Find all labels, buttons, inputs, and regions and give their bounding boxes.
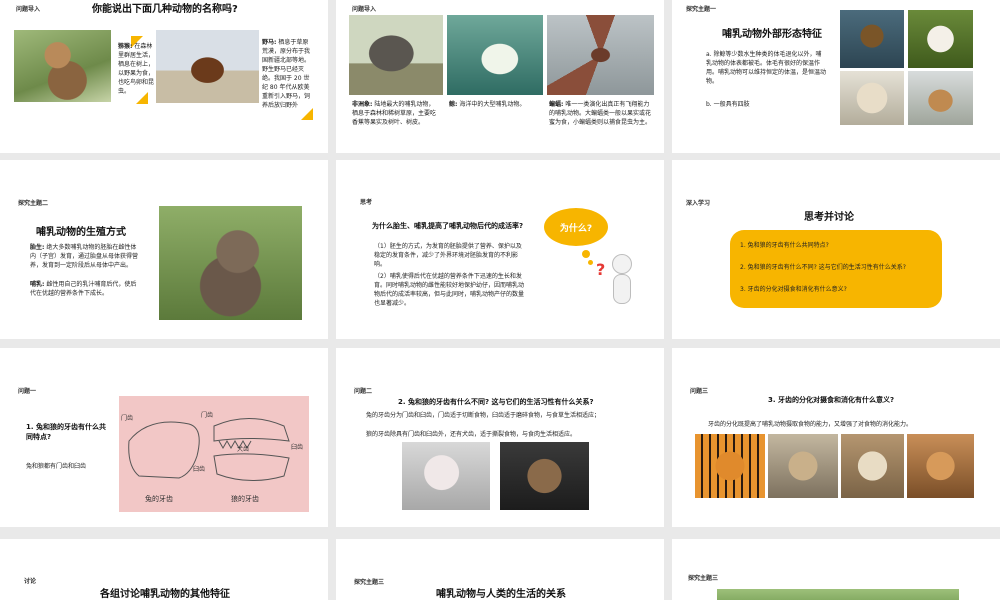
question-title: 1. 兔和狼的牙齿有什么共同特点? <box>26 423 106 441</box>
slide-tag: 讨论 <box>24 578 37 585</box>
whale-description: 鲸: 海洋中的大型哺乳动物。 <box>449 101 526 108</box>
slide-thumbnail-3[interactable]: 探究主题一 哺乳动物外部形态特征 a. 除鲸等少数水生种类的体毛退化以外，哺乳动… <box>672 0 1000 153</box>
elephant-photo <box>349 15 443 95</box>
camel-photo <box>908 71 973 125</box>
slide-thumbnail-12[interactable]: 探究主题三 <box>672 539 1000 600</box>
slide-tag: 问题三 <box>690 388 709 395</box>
corner-decoration-icon <box>136 92 148 104</box>
rabbit-teeth-caption: 兔的牙齿 <box>145 495 173 503</box>
tiger-photo <box>695 434 765 498</box>
slide-thumbnail-6[interactable]: 深入学习 思考并讨论 1. 兔和狼的牙齿有什么共同特点? 2. 兔和狼的牙齿有什… <box>672 160 1000 339</box>
answer-text: 牙齿的分化既提高了哺乳动物摄取食物的能力，又增强了对食物的消化能力。 <box>708 421 913 428</box>
leaves-photo <box>717 589 959 600</box>
slide-tag: 探究主题三 <box>688 575 719 582</box>
answer-text: 兔和狼都有门齿和臼齿 <box>26 463 87 470</box>
wolf-teeth-photo <box>500 442 589 510</box>
discussion-box: 1. 兔和狼的牙齿有什么共同特点? 2. 兔和狼的牙齿有什么不同? 这与它们的生… <box>730 230 942 308</box>
birth-description: 胎生: 绝大多数哺乳动物的胚胎在雌性体内（子宫）发育，通过胎盘从母体获得营养，发… <box>30 244 139 269</box>
discussion-item: 1. 兔和狼的牙齿有什么共同特点? <box>740 242 829 249</box>
slide-tag: 问题导入 <box>16 6 41 13</box>
slide-thumbnail-4[interactable]: 探究主题二 哺乳动物的生殖方式 胎生: 绝大多数哺乳动物的胚胎在雌性体内（子宫）… <box>0 160 328 339</box>
sheep-photo <box>840 71 904 125</box>
thought-bubble-dot <box>582 250 590 258</box>
question-title: 3. 牙齿的分化对摄食和消化有什么意义? <box>768 396 895 404</box>
slide-title: 哺乳动物外部形态特征 <box>722 29 822 40</box>
camel-photo <box>841 434 904 498</box>
horse-photo <box>156 30 259 103</box>
answer-text-2: （2）哺乳使得后代在优越的营养条件下迅速的生长和发育。同时哺乳动物的雌性能较好地… <box>374 273 525 307</box>
horse-description: 野马: 栖息于草原荒漠，原分布于我国新疆北部等地。野生野马已经灭绝。我国于 20… <box>262 39 311 109</box>
teeth-diagram: 门齿 门齿 臼齿 臼齿 犬齿 兔的牙齿 狼的牙齿 <box>119 396 309 512</box>
molar-label: 臼齿 <box>291 444 304 451</box>
slide-thumbnail-9[interactable]: 问题三 3. 牙齿的分化对摄食和消化有什么意义? 牙齿的分化既提高了哺乳动物摄取… <box>672 348 1000 527</box>
monkey-description: 猕猴: 在森林里群居生活，栖息在树上，以野果为食，也吃鸟卵和昆虫。 <box>118 43 155 95</box>
rabbit-teeth-text: 兔的牙齿分为门齿和臼齿，门齿适于切断食物，臼齿适于磨碎食物，与食草生活相适应； <box>366 412 601 419</box>
slide-title: 哺乳动物的生殖方式 <box>36 227 126 238</box>
thought-bubble-dot <box>588 260 593 265</box>
incisor-label: 门齿 <box>201 412 214 419</box>
slide-tag: 问题二 <box>354 388 373 395</box>
slide-tag: 思考 <box>360 199 373 206</box>
slide-thumbnail-11[interactable]: 探究主题三 哺乳动物与人类的生活的关系 <box>336 539 664 600</box>
slide-tag: 探究主题三 <box>354 579 385 586</box>
rabbit-teeth-photo <box>402 442 490 510</box>
feature-text-a: a. 除鲸等少数水生种类的体毛退化以外，哺乳动物的体表都被毛。体毛有很好的保温作… <box>706 51 827 85</box>
bat-photo <box>547 15 654 95</box>
answer-text-1: （1）胚生的方式，为发育的胚胎提供了营养、保护以及稳定的发育条件，减少了外界环境… <box>374 243 522 268</box>
thought-bubble: 为什么? <box>544 208 608 246</box>
slide-tag: 问题导入 <box>352 6 377 13</box>
slide-thumbnail-10[interactable]: 讨论 各组讨论哺乳动物的其他特征 <box>0 539 328 600</box>
corner-decoration-icon <box>301 108 313 120</box>
mother-monkey-photo <box>159 206 302 320</box>
discussion-item: 3. 牙齿的分化对摄食和消化有什么意义? <box>740 286 847 293</box>
bat-description: 蝙蝠: 唯一一类演化出真正有飞翔能力的哺乳动物。大蝙蝠类一般以果实或花蜜为食，小… <box>549 101 652 126</box>
slide-thumbnail-2[interactable]: 问题导入 非洲象: 陆地最大的哺乳动物，栖息于森林和稀树草原，主要吃香蕉等果实及… <box>336 0 664 153</box>
canine-label: 犬齿 <box>237 446 250 453</box>
cat-photo <box>768 434 838 498</box>
person-body-icon <box>613 274 631 304</box>
question-title: 为什么胎生、哺乳提高了哺乳动物后代的成活率? <box>372 222 524 230</box>
slide-title: 你能说出下面几种动物的名称吗? <box>92 4 238 15</box>
question-title: 2. 兔和狼的牙齿有什么不同? 这与它们的生活习性有什么关系? <box>398 398 594 406</box>
slide-thumbnail-1[interactable]: 问题导入 你能说出下面几种动物的名称吗? 猕猴: 在森林里群居生活，栖息在树上，… <box>0 0 328 153</box>
wolf-teeth-caption: 狼的牙齿 <box>231 495 259 503</box>
slide-title: 思考并讨论 <box>804 212 854 223</box>
slide-tag: 深入学习 <box>686 200 711 207</box>
slide-tag: 探究主题二 <box>18 200 49 207</box>
nursing-description: 哺乳: 雌性用自己的乳汁哺育后代，使后代在优越的营养条件下成长。 <box>30 281 137 297</box>
slide-thumbnail-8[interactable]: 问题二 2. 兔和狼的牙齿有什么不同? 这与它们的生活习性有什么关系? 兔的牙齿… <box>336 348 664 527</box>
slide-tag: 探究主题一 <box>686 6 717 13</box>
incisor-label: 门齿 <box>121 415 134 422</box>
monkey-photo <box>14 30 111 102</box>
slide-tag: 问题一 <box>18 388 37 395</box>
slide-thumbnail-5[interactable]: 思考 为什么胎生、哺乳提高了哺乳动物后代的成活率? （1）胚生的方式，为发育的胚… <box>336 160 664 339</box>
otter-photo <box>840 10 904 68</box>
whale-photo <box>447 15 543 95</box>
molar-label: 臼齿 <box>193 466 206 473</box>
slide-title: 各组讨论哺乳动物的其他特征 <box>100 589 230 600</box>
person-head-icon <box>612 254 632 274</box>
slide-title: 哺乳动物与人类的生活的关系 <box>436 589 566 600</box>
dog-photo <box>907 434 974 498</box>
slide-thumbnail-7[interactable]: 问题一 1. 兔和狼的牙齿有什么共同特点? 兔和狼都有门齿和臼齿 门齿 门齿 臼… <box>0 348 328 527</box>
feature-text-b: b. 一般具有四肢 <box>706 101 750 108</box>
elephant-description: 非洲象: 陆地最大的哺乳动物，栖息于森林和稀树草原，主要吃香蕉等果实及树叶、树皮… <box>352 101 437 126</box>
dog-photo <box>908 10 973 68</box>
discussion-item: 2. 兔和狼的牙齿有什么不同? 这与它们的生活习性有什么关系? <box>740 264 906 271</box>
question-mark-icon: ? <box>596 260 606 279</box>
wolf-teeth-text: 狼的牙齿除具有门齿和臼齿外，还有犬齿，适于撕裂食物，与食肉生活相适应。 <box>366 431 577 438</box>
